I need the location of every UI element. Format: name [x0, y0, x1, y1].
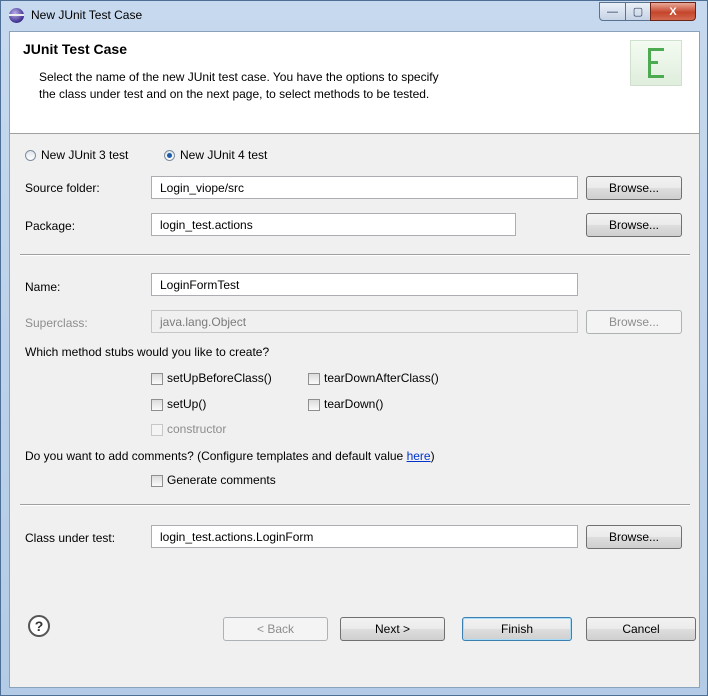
page-title: JUnit Test Case	[23, 41, 127, 57]
constructor-label: constructor	[167, 422, 227, 436]
package-field[interactable]: login_test.actions	[151, 213, 516, 236]
constructor-checkbox	[151, 424, 163, 436]
superclass-field: java.lang.Object	[151, 310, 578, 333]
back-button: < Back	[223, 617, 328, 641]
teardown-checkbox[interactable]	[308, 399, 320, 411]
superclass-label: Superclass:	[25, 316, 88, 330]
name-label: Name:	[25, 280, 61, 294]
eclipse-icon	[9, 8, 24, 23]
setup-label[interactable]: setUp()	[167, 397, 206, 411]
next-button[interactable]: Next >	[340, 617, 445, 641]
title-bar[interactable]: New JUnit Test Case — ▢ X	[1, 1, 708, 31]
teardown-label[interactable]: tearDown()	[324, 397, 383, 411]
generate-comments-checkbox[interactable]	[151, 475, 163, 487]
class-under-test-field[interactable]: login_test.actions.LoginForm	[151, 525, 578, 548]
description-line-2: the class under test and on the next pag…	[39, 87, 430, 101]
dialog-window: New JUnit Test Case — ▢ X JUnit Test Cas…	[0, 0, 708, 696]
comments-question: Do you want to add comments? (Configure …	[25, 449, 435, 463]
teardownafterclass-label[interactable]: tearDownAfterClass()	[324, 371, 439, 385]
generate-comments-label[interactable]: Generate comments	[167, 473, 276, 487]
cancel-button[interactable]: Cancel	[586, 617, 696, 641]
junit-banner-icon	[630, 40, 682, 86]
class-under-test-label: Class under test:	[25, 531, 116, 545]
window-title: New JUnit Test Case	[31, 8, 143, 22]
separator	[20, 254, 690, 256]
junit4-radio[interactable]	[164, 150, 175, 161]
teardownafterclass-checkbox[interactable]	[308, 373, 320, 385]
superclass-browse-button: Browse...	[586, 310, 682, 334]
junit4-label[interactable]: New JUnit 4 test	[180, 148, 267, 162]
junit3-label[interactable]: New JUnit 3 test	[41, 148, 128, 162]
comments-question-closing: )	[430, 449, 435, 463]
package-label: Package:	[25, 219, 76, 233]
source-folder-label: Source folder:	[25, 181, 100, 195]
package-browse-button[interactable]: Browse...	[586, 213, 682, 237]
configure-templates-link[interactable]: here	[407, 449, 431, 463]
setup-checkbox[interactable]	[151, 399, 163, 411]
junit3-radio[interactable]	[25, 150, 36, 161]
page-description: Select the name of the new JUnit test ca…	[39, 69, 599, 103]
stubs-question: Which method stubs would you like to cre…	[25, 345, 270, 359]
maximize-button[interactable]: ▢	[625, 2, 651, 21]
separator	[20, 504, 690, 506]
finish-button[interactable]: Finish	[462, 617, 572, 641]
class-under-test-browse-button[interactable]: Browse...	[586, 525, 682, 549]
wizard-header: JUnit Test Case Select the name of the n…	[10, 32, 699, 134]
description-line-1: Select the name of the new JUnit test ca…	[39, 70, 439, 84]
name-field[interactable]: LoginFormTest	[151, 273, 578, 296]
minimize-button[interactable]: —	[599, 2, 626, 21]
source-folder-field[interactable]: Login_viope/src	[151, 176, 578, 199]
setupbeforeclass-checkbox[interactable]	[151, 373, 163, 385]
close-button[interactable]: X	[650, 2, 696, 21]
source-folder-browse-button[interactable]: Browse...	[586, 176, 682, 200]
help-icon[interactable]: ?	[28, 615, 50, 637]
comments-question-text: Do you want to add comments? (Configure …	[25, 449, 407, 463]
setupbeforeclass-label[interactable]: setUpBeforeClass()	[167, 371, 272, 385]
dialog-body: JUnit Test Case Select the name of the n…	[9, 31, 700, 688]
